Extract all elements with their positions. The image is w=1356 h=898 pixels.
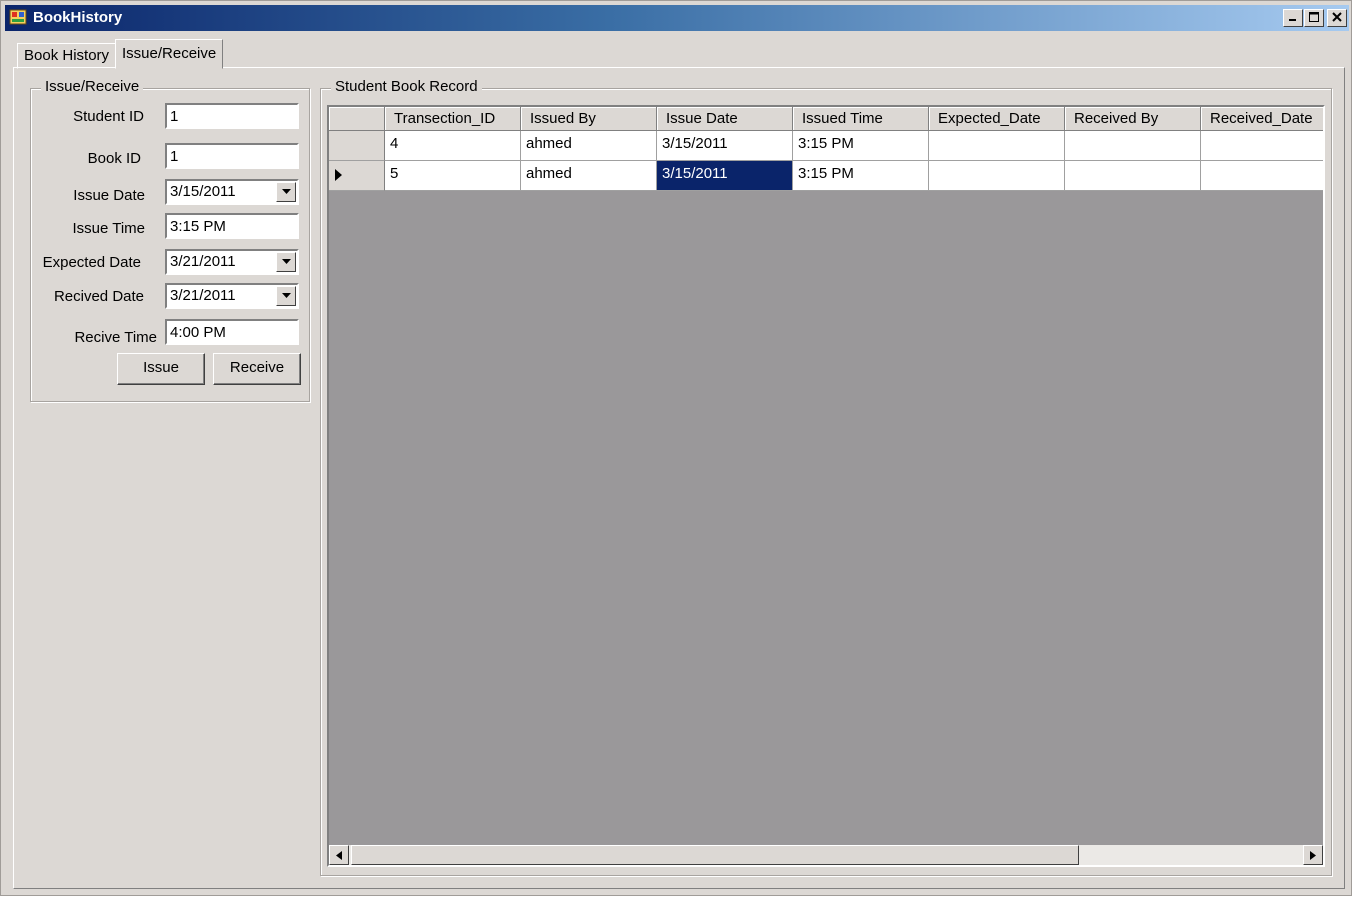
group-title: Issue/Receive [41, 78, 144, 95]
student-id-label: Student ID [73, 108, 144, 125]
maximize-button[interactable] [1304, 9, 1324, 27]
main-window: BookHistory Book History Issue/Receive I… [0, 0, 1352, 896]
table-cell[interactable] [929, 161, 1065, 191]
table-cell[interactable]: 4 [385, 131, 521, 161]
tab-label: Issue/Receive [122, 45, 217, 62]
chevron-down-icon [282, 293, 291, 298]
table-cell[interactable]: 3:15 PM [793, 131, 929, 161]
close-button[interactable] [1327, 9, 1347, 27]
group-title: Student Book Record [331, 78, 482, 95]
row-header[interactable] [329, 131, 385, 161]
received-date-picker[interactable]: 3/21/2011 [165, 283, 299, 309]
column-header-issued-time[interactable]: Issued Time [793, 107, 929, 131]
table-cell[interactable]: 5 [385, 161, 521, 191]
student-id-input[interactable] [165, 103, 299, 129]
expected-date-value: 3/21/2011 [170, 253, 236, 270]
table-cell[interactable] [1065, 131, 1201, 161]
chevron-down-icon [282, 189, 291, 194]
table-cell[interactable]: ahmed [521, 131, 657, 161]
expected-date-label: Expected Date [42, 254, 141, 271]
close-icon [1332, 12, 1342, 22]
table-cell[interactable] [929, 131, 1065, 161]
maximize-icon [1309, 12, 1319, 22]
arrow-left-icon [336, 851, 342, 860]
row-pointer-icon [335, 169, 342, 181]
table-cell[interactable]: ahmed [521, 161, 657, 191]
scrollbar-thumb[interactable] [351, 845, 1079, 865]
issue-time-input[interactable] [165, 213, 299, 239]
minimize-button[interactable] [1283, 9, 1303, 27]
table-cell[interactable]: 3/15/2011 [657, 131, 793, 161]
chevron-down-icon [282, 259, 291, 264]
issue-date-value: 3/15/2011 [170, 183, 236, 200]
column-header-received-date[interactable]: Received_Date [1201, 107, 1323, 131]
table-row[interactable]: 4 ahmed 3/15/2011 3:15 PM [329, 131, 1323, 161]
minimize-icon [1289, 19, 1296, 21]
table-cell-selected[interactable]: 3/15/2011 [657, 161, 793, 191]
table-row[interactable]: 5 ahmed 3/15/2011 3:15 PM [329, 161, 1323, 191]
grid-corner-header[interactable] [329, 107, 385, 131]
horizontal-scrollbar[interactable] [329, 845, 1323, 865]
issue-date-picker[interactable]: 3/15/2011 [165, 179, 299, 205]
issue-button[interactable]: Issue [117, 353, 205, 385]
column-header-received-by[interactable]: Received By [1065, 107, 1201, 131]
grid-header-row: Transection_ID Issued By Issue Date Issu… [329, 107, 1323, 131]
column-header-issued-by[interactable]: Issued By [521, 107, 657, 131]
column-header-issue-date[interactable]: Issue Date [657, 107, 793, 131]
issue-date-dropdown-button[interactable] [276, 182, 296, 202]
receive-time-label: Recive Time [74, 329, 157, 346]
row-header[interactable] [329, 161, 385, 191]
student-book-record-grid[interactable]: Transection_ID Issued By Issue Date Issu… [327, 105, 1325, 867]
tab-book-history[interactable]: Book History [17, 43, 117, 69]
receive-time-input[interactable] [165, 319, 299, 345]
received-date-label: Recived Date [53, 288, 144, 305]
table-cell[interactable] [1201, 131, 1323, 161]
received-date-value: 3/21/2011 [170, 287, 236, 304]
arrow-right-icon [1310, 851, 1316, 860]
issue-date-label: Issue Date [73, 187, 145, 204]
expected-date-dropdown-button[interactable] [276, 252, 296, 272]
issue-receive-group: Issue/Receive Student ID Book ID Issue D… [30, 78, 310, 402]
title-bar[interactable]: BookHistory [5, 5, 1349, 31]
column-header-transection-id[interactable]: Transection_ID [385, 107, 521, 131]
book-id-label: Book ID [87, 150, 141, 167]
book-id-input[interactable] [165, 143, 299, 169]
receive-button[interactable]: Receive [213, 353, 301, 385]
expected-date-picker[interactable]: 3/21/2011 [165, 249, 299, 275]
table-cell[interactable]: 3:15 PM [793, 161, 929, 191]
window-title: BookHistory [33, 9, 123, 26]
app-icon[interactable] [9, 8, 27, 26]
column-header-expected-date[interactable]: Expected_Date [929, 107, 1065, 131]
tab-issue-receive[interactable]: Issue/Receive [115, 39, 224, 69]
table-cell[interactable] [1065, 161, 1201, 191]
table-cell[interactable] [1201, 161, 1323, 191]
received-date-dropdown-button[interactable] [276, 286, 296, 306]
scroll-right-button[interactable] [1303, 845, 1323, 865]
scroll-left-button[interactable] [329, 845, 349, 865]
issue-time-label: Issue Time [72, 220, 145, 237]
tab-label: Book History [24, 47, 110, 64]
